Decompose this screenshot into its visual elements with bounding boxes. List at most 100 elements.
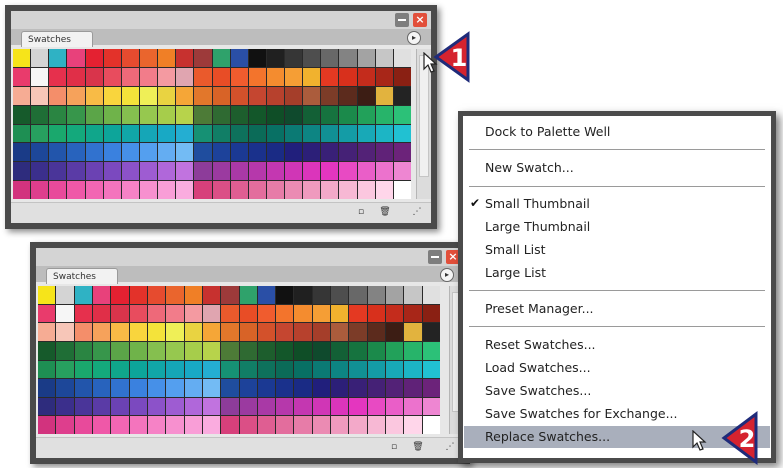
swatch-cell[interactable] [386,379,404,397]
swatch-cell[interactable] [194,49,212,67]
swatch-cell[interactable] [367,323,386,341]
swatch-cell[interactable] [257,341,276,360]
swatch-cell[interactable] [121,181,139,199]
swatch-cell[interactable] [158,67,176,86]
swatch-cell[interactable] [339,49,357,67]
swatch-cell[interactable] [158,124,176,143]
swatch-cell[interactable] [184,304,202,323]
swatch-cell[interactable] [312,360,331,379]
swatch-cell[interactable] [239,341,257,360]
swatch-cell[interactable] [49,124,67,143]
swatch-cell[interactable] [38,379,56,397]
swatch-cell[interactable] [349,360,367,379]
swatch-cell[interactable] [111,304,129,323]
swatch-cell[interactable] [166,286,184,304]
swatch-cell[interactable] [74,304,92,323]
swatch-cell[interactable] [56,286,74,304]
swatch-cell[interactable] [74,397,92,416]
swatch-cell[interactable] [248,67,266,86]
swatch-cell[interactable] [221,360,239,379]
swatch-cell[interactable] [176,124,194,143]
swatch-cell[interactable] [103,67,121,86]
swatch-cell[interactable] [202,397,221,416]
swatch-cell[interactable] [56,416,74,434]
swatch-cell[interactable] [67,49,85,67]
swatch-cell[interactable] [312,304,331,323]
menu-item-save-swatches-for-exchange[interactable]: Save Swatches for Exchange... [485,406,678,421]
swatch-cell[interactable] [158,162,176,181]
swatch-cell[interactable] [248,86,266,105]
swatch-cell[interactable] [129,341,147,360]
swatch-cell[interactable] [49,143,67,162]
swatch-cell[interactable] [31,105,49,124]
swatch-cell[interactable] [404,397,422,416]
swatch-cell[interactable] [38,397,56,416]
swatch-cell[interactable] [393,86,411,105]
swatch-cell[interactable] [158,86,176,105]
swatch-cell[interactable] [111,397,129,416]
swatch-cell[interactable] [13,181,31,199]
swatch-cell[interactable] [49,67,67,86]
swatch-cell[interactable] [194,143,212,162]
swatch-cell[interactable] [166,304,184,323]
swatch-cell[interactable] [422,360,440,379]
swatch-cell[interactable] [38,323,56,341]
swatch-cell[interactable] [194,105,212,124]
swatch-cell[interactable] [166,341,184,360]
swatch-cell[interactable] [276,360,294,379]
swatch-cell[interactable] [375,105,393,124]
swatch-cell[interactable] [339,181,357,199]
swatch-cell[interactable] [49,86,67,105]
swatch-cell[interactable] [331,397,349,416]
swatch-cell[interactable] [56,360,74,379]
swatch-cell[interactable] [266,105,285,124]
swatch-cell[interactable] [111,379,129,397]
swatch-cell[interactable] [257,416,276,434]
swatch-cell[interactable] [147,397,166,416]
swatch-cell[interactable] [184,397,202,416]
swatch-cell[interactable] [147,323,166,341]
trash-icon[interactable]: 🗑 [412,442,424,453]
swatch-cell[interactable] [248,143,266,162]
swatch-cell[interactable] [339,67,357,86]
swatch-cell[interactable] [85,67,103,86]
swatch-cell[interactable] [92,397,111,416]
swatch-cell[interactable] [248,105,266,124]
swatch-cell[interactable] [176,67,194,86]
swatch-cell[interactable] [194,162,212,181]
swatch-cell[interactable] [386,304,404,323]
swatch-cell[interactable] [321,86,339,105]
swatch-cell[interactable] [166,323,184,341]
swatch-cell[interactable] [184,416,202,434]
swatch-cell[interactable] [239,286,257,304]
swatch-cell[interactable] [339,143,357,162]
swatch-cell[interactable] [139,124,158,143]
menu-item-replace-swatches[interactable]: Replace Swatches... [485,429,610,444]
swatch-cell[interactable] [85,143,103,162]
swatch-cell[interactable] [212,49,230,67]
menu-item-small-thumbnail[interactable]: Small Thumbnail [485,196,590,211]
swatch-cell[interactable] [221,397,239,416]
minimize-icon[interactable] [428,250,442,264]
swatch-cell[interactable] [111,323,129,341]
swatch-cell[interactable] [393,49,411,67]
swatch-cell[interactable] [158,181,176,199]
swatch-cell[interactable] [103,49,121,67]
swatch-cell[interactable] [194,124,212,143]
swatch-cell[interactable] [103,181,121,199]
swatch-cell[interactable] [303,49,321,67]
swatch-cell[interactable] [221,416,239,434]
swatch-cell[interactable] [303,124,321,143]
swatch-cell[interactable] [31,124,49,143]
swatch-cell[interactable] [111,360,129,379]
panel-menu-button[interactable]: ▸ [407,31,421,45]
swatch-cell[interactable] [103,162,121,181]
swatch-cell[interactable] [367,379,386,397]
swatch-cell[interactable] [221,304,239,323]
swatch-cell[interactable] [367,416,386,434]
minimize-icon[interactable] [395,13,409,27]
swatch-cell[interactable] [147,286,166,304]
menu-item-load-swatches[interactable]: Load Swatches... [485,360,591,375]
swatch-cell[interactable] [294,323,312,341]
swatch-cell[interactable] [285,162,303,181]
